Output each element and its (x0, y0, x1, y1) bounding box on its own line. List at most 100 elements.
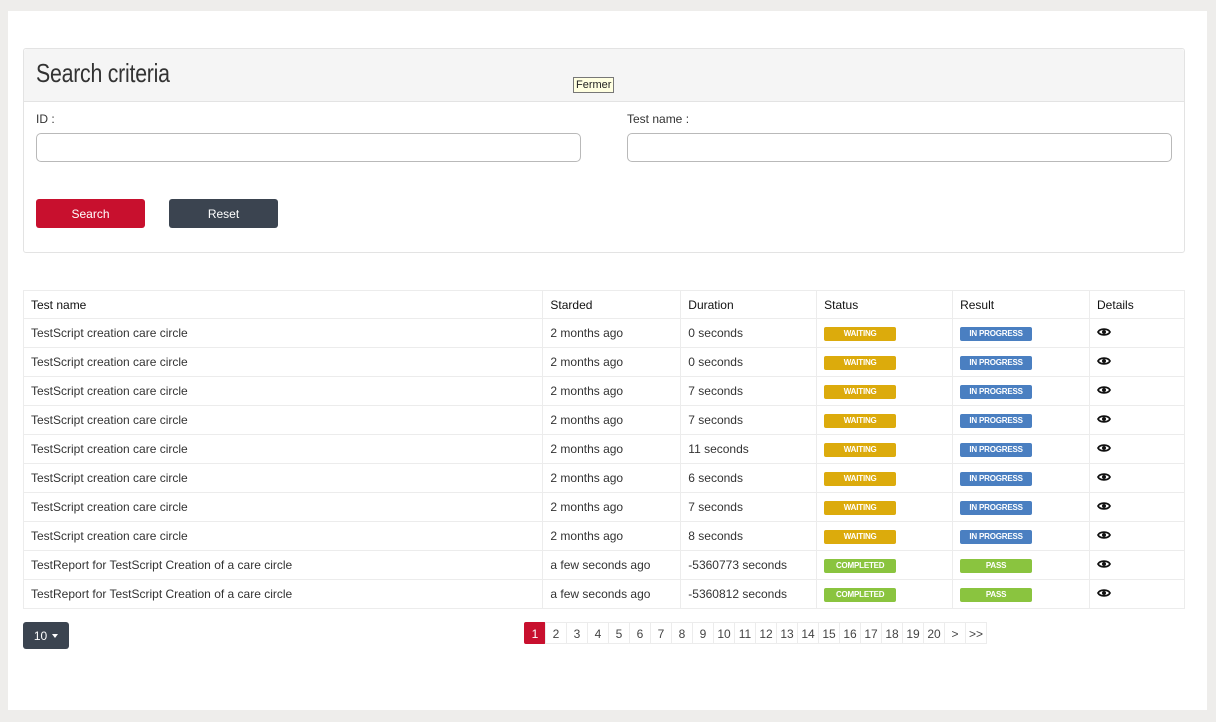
table-row: TestScript creation care circle2 months … (24, 377, 1185, 406)
result-badge: IN PROGRESS (960, 530, 1032, 544)
page-link[interactable]: 11 (734, 622, 756, 644)
page-link[interactable]: 6 (629, 622, 651, 644)
table-row: TestReport for TestScript Creation of a … (24, 551, 1185, 580)
result-cell: IN PROGRESS (953, 406, 1090, 435)
table-header-row: Test name Starded Duration Status Result… (24, 291, 1185, 319)
panel-title: Search criteria (36, 58, 170, 89)
page-link[interactable]: 17 (860, 622, 882, 644)
eye-icon[interactable] (1097, 472, 1111, 482)
page-link[interactable]: 20 (923, 622, 945, 644)
page-link[interactable]: 16 (839, 622, 861, 644)
eye-icon[interactable] (1097, 356, 1111, 366)
table-row: TestScript creation care circle2 months … (24, 435, 1185, 464)
page-link[interactable]: 8 (671, 622, 693, 644)
page-link[interactable]: 2 (545, 622, 567, 644)
page-link[interactable]: 4 (587, 622, 609, 644)
table-row: TestScript creation care circle2 months … (24, 522, 1185, 551)
eye-icon[interactable] (1097, 385, 1111, 395)
table-row: TestScript creation care circle2 months … (24, 406, 1185, 435)
test-name-input[interactable] (627, 133, 1172, 162)
page-link[interactable]: 13 (776, 622, 798, 644)
eye-icon[interactable] (1097, 414, 1111, 424)
page-link[interactable]: 9 (692, 622, 714, 644)
caret-down-icon (52, 634, 58, 638)
details-cell (1090, 348, 1185, 377)
page-link[interactable]: 15 (818, 622, 840, 644)
table-row: TestScript creation care circle2 months … (24, 493, 1185, 522)
page-link[interactable]: 14 (797, 622, 819, 644)
table-row: TestReport for TestScript Creation of a … (24, 580, 1185, 609)
page-link[interactable]: 19 (902, 622, 924, 644)
eye-icon[interactable] (1097, 559, 1111, 569)
details-cell (1090, 377, 1185, 406)
tooltip: Fermer (573, 77, 614, 93)
result-badge: IN PROGRESS (960, 472, 1032, 486)
eye-icon[interactable] (1097, 327, 1111, 337)
duration-cell: 6 seconds (681, 464, 817, 493)
column-header[interactable]: Status (817, 291, 953, 319)
column-header[interactable]: Test name (24, 291, 543, 319)
started-cell: 2 months ago (543, 406, 681, 435)
details-cell (1090, 435, 1185, 464)
search-button[interactable]: Search (36, 199, 145, 228)
page-link[interactable]: 1 (524, 622, 546, 644)
status-badge: WAITING (824, 327, 896, 341)
eye-icon[interactable] (1097, 443, 1111, 453)
page-size-value: 10 (34, 629, 47, 643)
duration-cell: 0 seconds (681, 348, 817, 377)
status-cell: WAITING (817, 435, 953, 464)
reset-button[interactable]: Reset (169, 199, 278, 228)
details-cell (1090, 551, 1185, 580)
pagination: 1234567891011121314151617181920>>> (525, 622, 987, 644)
status-cell: WAITING (817, 493, 953, 522)
started-cell: 2 months ago (543, 348, 681, 377)
started-cell: 2 months ago (543, 493, 681, 522)
status-cell: WAITING (817, 377, 953, 406)
column-header[interactable]: Starded (543, 291, 681, 319)
started-cell: 2 months ago (543, 464, 681, 493)
result-cell: PASS (953, 580, 1090, 609)
status-badge: WAITING (824, 385, 896, 399)
result-badge: IN PROGRESS (960, 414, 1032, 428)
started-cell: 2 months ago (543, 377, 681, 406)
status-cell: COMPLETED (817, 551, 953, 580)
column-header[interactable]: Result (953, 291, 1090, 319)
result-badge: IN PROGRESS (960, 356, 1032, 370)
duration-cell: 11 seconds (681, 435, 817, 464)
page-link[interactable]: 12 (755, 622, 777, 644)
status-cell: COMPLETED (817, 580, 953, 609)
status-badge: WAITING (824, 356, 896, 370)
result-cell: IN PROGRESS (953, 522, 1090, 551)
next-page-button[interactable]: > (944, 622, 966, 644)
page-link[interactable]: 10 (713, 622, 735, 644)
column-header[interactable]: Duration (681, 291, 817, 319)
id-input[interactable] (36, 133, 581, 162)
page-link[interactable]: 18 (881, 622, 903, 644)
status-badge: WAITING (824, 530, 896, 544)
test-name-cell: TestScript creation care circle (24, 377, 543, 406)
test-name-cell: TestReport for TestScript Creation of a … (24, 580, 543, 609)
status-badge: WAITING (824, 472, 896, 486)
page-link[interactable]: 3 (566, 622, 588, 644)
test-name-cell: TestScript creation care circle (24, 435, 543, 464)
status-cell: WAITING (817, 406, 953, 435)
page-link[interactable]: 5 (608, 622, 630, 644)
test-name-cell: TestReport for TestScript Creation of a … (24, 551, 543, 580)
status-badge: COMPLETED (824, 559, 896, 573)
eye-icon[interactable] (1097, 588, 1111, 598)
details-cell (1090, 493, 1185, 522)
status-badge: WAITING (824, 443, 896, 457)
started-cell: a few seconds ago (543, 551, 681, 580)
eye-icon[interactable] (1097, 501, 1111, 511)
eye-icon[interactable] (1097, 530, 1111, 540)
result-cell: IN PROGRESS (953, 493, 1090, 522)
status-cell: WAITING (817, 319, 953, 348)
page: Search criteria Fermer ID : Test name : … (8, 11, 1207, 710)
page-size-dropdown[interactable]: 10 (23, 622, 69, 649)
result-cell: IN PROGRESS (953, 464, 1090, 493)
result-badge: PASS (960, 559, 1032, 573)
status-cell: WAITING (817, 348, 953, 377)
test-name-cell: TestScript creation care circle (24, 464, 543, 493)
page-link[interactable]: 7 (650, 622, 672, 644)
last-page-button[interactable]: >> (965, 622, 987, 644)
